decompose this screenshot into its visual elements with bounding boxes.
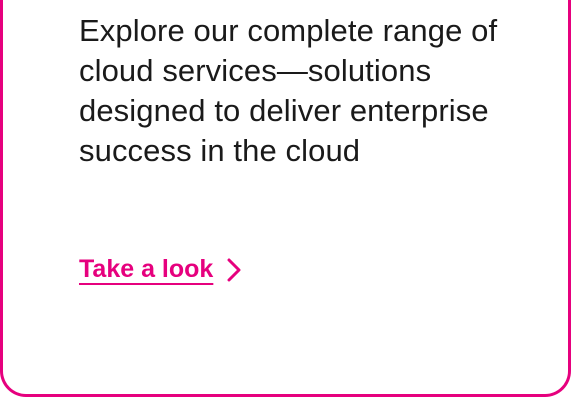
chevron-right-icon bbox=[227, 258, 241, 282]
take-a-look-link[interactable]: Take a look bbox=[79, 252, 241, 286]
take-a-look-label: Take a look bbox=[79, 255, 214, 283]
card-description: Explore our complete range of cloud serv… bbox=[79, 13, 498, 168]
